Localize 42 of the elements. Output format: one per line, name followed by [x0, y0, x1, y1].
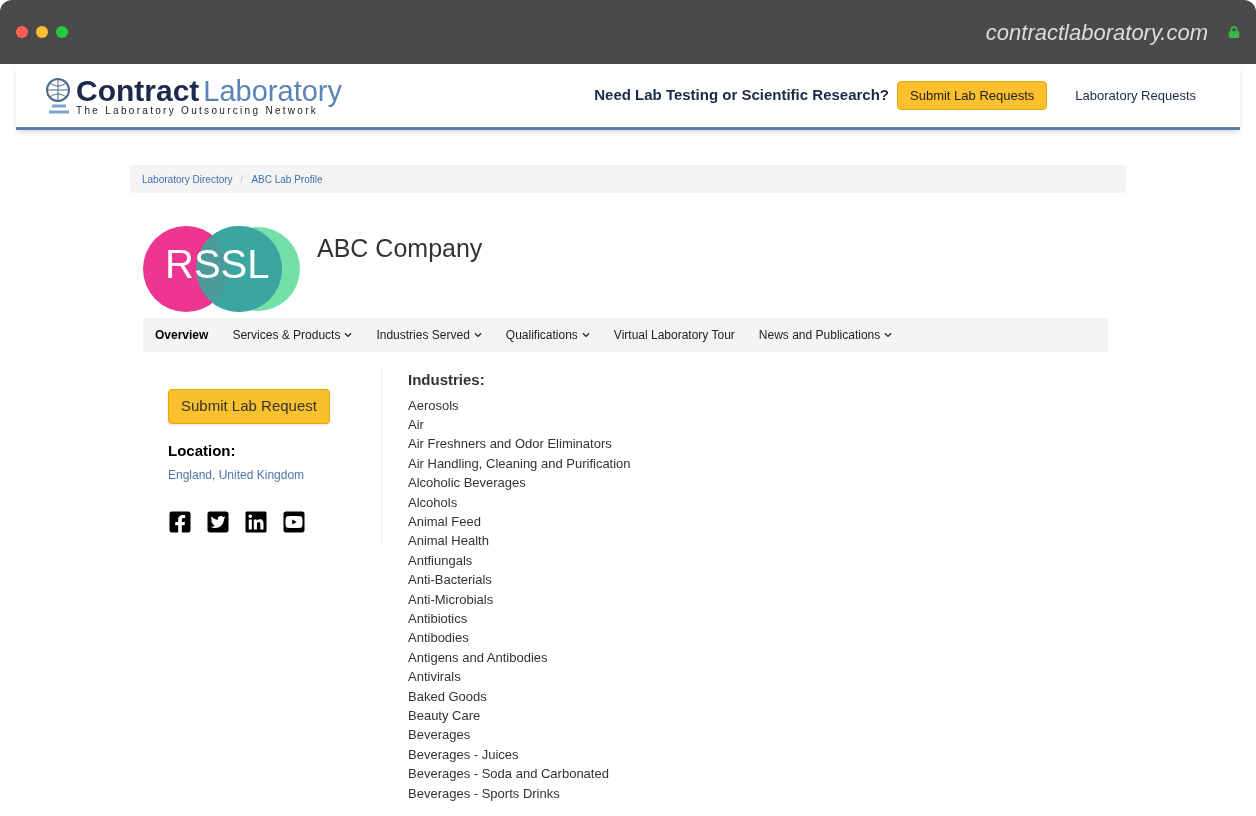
url-text[interactable]: contractlaboratory.com [985, 15, 1208, 49]
industry-item: Antibiotics [408, 609, 469, 628]
nav-tab[interactable]: News and Publications [758, 326, 893, 344]
brand-tagline: The Laboratory Outsourcing Network [76, 105, 319, 116]
industry-item: Anti-Bacterials [408, 571, 493, 590]
industry-item: Air Handling, Cleaning and Purification [408, 454, 631, 473]
industry-item: Alcoholic Beverages [408, 474, 527, 493]
industry-item: Air [408, 415, 425, 434]
nav-tab[interactable]: Virtual Laboratory Tour [613, 326, 735, 344]
brand-name-light[interactable]: Laboratory [203, 76, 342, 106]
brand-name[interactable]: Contract [76, 75, 200, 106]
nav-tab[interactable]: Services & Products [232, 326, 353, 344]
submit-requests-button[interactable]: Submit Lab Requests [897, 80, 1048, 111]
industry-item: Antivirals [408, 668, 462, 687]
industries-heading: Industries: [408, 370, 486, 390]
industry-item: Air Freshners and Odor Eliminators [408, 435, 613, 454]
prompt-text: Need Lab Testing or Scientific Research? [594, 85, 889, 106]
industry-item: Anti-Microbials [408, 590, 495, 609]
industry-item: Antfiungals [408, 551, 474, 570]
industry-item: Antibodies [408, 629, 470, 648]
industry-item: Aerosols [408, 396, 460, 415]
industry-item: Animal Feed [408, 512, 482, 531]
industry-item: Beverages - Juices [408, 745, 520, 764]
industry-item: Baked Goods [408, 687, 488, 706]
location-label: Location: [168, 440, 236, 461]
industry-item: Animal Health [408, 532, 490, 551]
breadcrumb-link[interactable]: ABC Lab Profile [251, 171, 323, 187]
industry-item: Alcohols [408, 493, 459, 512]
nav-tab[interactable]: Industries Served [376, 326, 482, 344]
industry-item: Antigens and Antibodies [408, 648, 549, 667]
location-link[interactable]: England, United Kingdom [168, 466, 305, 484]
industry-item: Beverages - Sports Drinks [408, 784, 561, 803]
nav-tab[interactable]: Qualifications [505, 326, 590, 344]
nav-tab[interactable]: Overview [155, 326, 209, 344]
submit-request-button[interactable]: Submit Lab Request [168, 389, 330, 424]
laboratory-requests-link[interactable]: Laboratory Requests [1075, 85, 1196, 106]
breadcrumb-link[interactable]: Laboratory Directory [142, 171, 233, 187]
breadcrumb-separator: / [240, 172, 244, 187]
industry-item: Beverages - Soda and Carbonated [408, 765, 610, 784]
industry-item: Beauty Care [408, 707, 482, 725]
company-name: ABC Company [317, 233, 483, 264]
industry-item: Beverages [408, 726, 472, 745]
